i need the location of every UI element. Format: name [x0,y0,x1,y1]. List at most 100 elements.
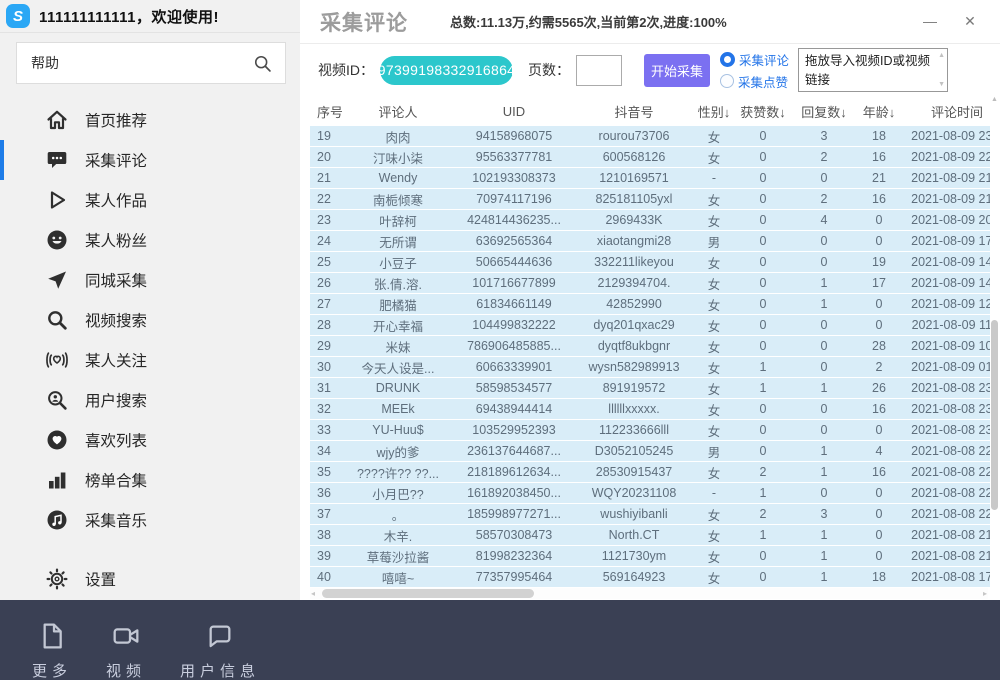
radio-collect-comments[interactable]: 采集评论 [720,50,789,69]
table-cell: 1 [734,528,792,542]
table-cell: 嘻嘻~ [342,568,454,587]
table-row[interactable]: 27肥橘猫6183466114942852990女0102021-08-09 1… [310,294,990,315]
table-cell: 2021-08-09 14:4 [902,276,990,290]
video-id-input[interactable]: 6973991983329168644 [380,56,513,85]
table-cell: 女 [694,316,734,335]
table-cell: 2021-08-09 22:3 [902,150,990,164]
help-search-input[interactable]: 帮助 [16,42,286,84]
table-row[interactable]: 31DRUNK58598534577891919572女11262021-08-… [310,378,990,399]
horizontal-scrollbar[interactable]: ◂ ▸ [310,588,988,599]
column-header-1[interactable]: 评论人 [342,102,454,121]
table-row[interactable]: 37。185998977271...wushiyibanli女2302021-0… [310,504,990,525]
sidebar-item-like-list[interactable]: 喜欢列表 [0,420,300,460]
sidebar-item-collect-comments[interactable]: 采集评论 [0,140,300,180]
table-cell: 女 [694,526,734,545]
column-header-5[interactable]: 获赞数↓ [734,102,792,121]
sidebar-item-user-search[interactable]: 用户搜索 [0,380,300,420]
table-cell: 小月巴?? [342,484,454,503]
column-header-2[interactable]: UID [454,104,574,119]
table-cell: 112233666lll [574,423,694,437]
scroll-up-icon[interactable]: ▲ [938,52,945,59]
table-row[interactable]: 40嘻嘻~77357995464569164923女01182021-08-08… [310,567,990,588]
table-cell: 1 [792,276,856,290]
table-cell: 35 [310,465,342,479]
bottombar-item-user-info[interactable]: 用户信息 [180,620,260,680]
sidebar-item-collect-music[interactable]: 采集音乐 [0,500,300,540]
pages-input[interactable] [576,55,622,86]
table-cell: 1 [792,549,856,563]
vertical-scrollbar-thumb[interactable] [991,320,998,510]
table-row[interactable]: 28开心幸福104499832222dyq201qxac29女0002021-0… [310,315,990,336]
sidebar-item-settings[interactable]: 设置 [0,559,300,599]
radio-selected-icon[interactable] [720,52,735,67]
table-cell: wushiyibanli [574,507,694,521]
table-row[interactable]: 39草莓沙拉酱819982323641121730ym女0102021-08-0… [310,546,990,567]
bottombar-item-more[interactable]: 更多 [32,620,72,680]
table-row[interactable]: 35????许?? ??...218189612634...2853091543… [310,462,990,483]
table-cell: 70974117196 [454,192,574,206]
drop-import-textarea[interactable]: 拖放导入视频ID或视频链接 ▲ ▼ [798,48,948,92]
table-cell: 0 [734,213,792,227]
table-cell: 1 [792,381,856,395]
column-header-4[interactable]: 性别↓ [694,102,734,121]
table-cell: 22 [310,192,342,206]
table-cell: 米妹 [342,337,454,356]
scroll-up-icon[interactable]: ▲ [991,96,998,103]
minimize-button[interactable]: — [922,13,938,30]
column-header-8[interactable]: 评论时间 [902,102,990,121]
table-row[interactable]: 21Wendy1021933083731210169571-00212021-0… [310,168,990,189]
scroll-down-icon[interactable]: ▼ [938,81,945,88]
table-cell: 木辛. [342,526,454,545]
bottombar-item-video[interactable]: 视频 [106,620,146,680]
sidebar-item-user-works[interactable]: 某人作品 [0,180,300,220]
table-row[interactable]: 33YU-Huu$103529952393112233666lll女000202… [310,420,990,441]
vertical-scrollbar[interactable]: ▲ [990,96,999,588]
table-cell: 2021-08-08 17:1 [902,570,990,584]
scroll-left-icon[interactable]: ◂ [311,589,315,598]
table-row[interactable]: 22南栀倾寒70974117196825181105yxl女02162021-0… [310,189,990,210]
sidebar-item-user-fans[interactable]: 某人粉丝 [0,220,300,260]
horizontal-scrollbar-thumb[interactable] [322,589,534,598]
radio-collect-likes[interactable]: 采集点赞 [720,72,789,91]
table-cell: 0 [856,507,902,521]
table-row[interactable]: 19肉肉94158968075rourou73706女03182021-08-0… [310,126,990,147]
radio-unselected-icon[interactable] [720,74,734,88]
sidebar-item-user-follows[interactable]: 某人关注 [0,340,300,380]
sidebar-item-home[interactable]: 首页推荐 [0,100,300,140]
table-cell: MEEk [342,402,454,416]
table-row[interactable]: 36小月巴??161892038450...WQY20231108-100202… [310,483,990,504]
table-cell: 女 [694,253,734,272]
table-row[interactable]: 32MEEk69438944414llllllxxxxx.女00162021-0… [310,399,990,420]
column-header-3[interactable]: 抖音号 [574,102,694,121]
welcome-title: 111111111111，欢迎使用! [39,6,219,27]
scroll-right-icon[interactable]: ▸ [983,589,987,598]
column-header-6[interactable]: 回复数↓ [792,102,856,121]
table-row[interactable]: 25小豆子50665444636332211likeyou女00192021-0… [310,252,990,273]
table-row[interactable]: 23叶辞柯424814436235...2969433K女0402021-08-… [310,210,990,231]
table-row[interactable]: 26张.倩.溶.1017166778992129394704.女01172021… [310,273,990,294]
table-cell: 42852990 [574,297,694,311]
table-cell: 女 [694,568,734,587]
page-title: 采集评论 [320,7,408,37]
table-cell: 18 [856,570,902,584]
table-cell: 39 [310,549,342,563]
column-header-7[interactable]: 年龄↓ [856,102,902,121]
table-cell: 786906485885... [454,339,574,353]
table-cell: 0 [734,255,792,269]
table-row[interactable]: 38木辛.58570308473North.CT女1102021-08-08 2… [310,525,990,546]
close-button[interactable]: ✕ [962,13,978,30]
column-header-0[interactable]: 序号 [310,102,342,121]
table-row[interactable]: 24无所谓63692565364xiaotangmi28男0002021-08-… [310,231,990,252]
table-row[interactable]: 29米妹786906485885...dyqtf8ukbgnr女00282021… [310,336,990,357]
table-row[interactable]: 30今天人设是...60663339901wysn582989913女10220… [310,357,990,378]
sidebar-item-city-collect[interactable]: 同城采集 [0,260,300,300]
table-row[interactable]: 20汀味小柒95563377781600568126女02162021-08-0… [310,147,990,168]
start-collect-button[interactable]: 开始采集 [644,54,710,87]
search-icon[interactable] [252,53,273,74]
sidebar-item-rank-collection[interactable]: 榜单合集 [0,460,300,500]
sidebar-item-video-search[interactable]: 视频搜索 [0,300,300,340]
table-cell: 26 [310,276,342,290]
table-cell: 4 [856,444,902,458]
table-row[interactable]: 34wjy的爹236137644687...D3052105245男014202… [310,441,990,462]
table-cell: 0 [856,234,902,248]
